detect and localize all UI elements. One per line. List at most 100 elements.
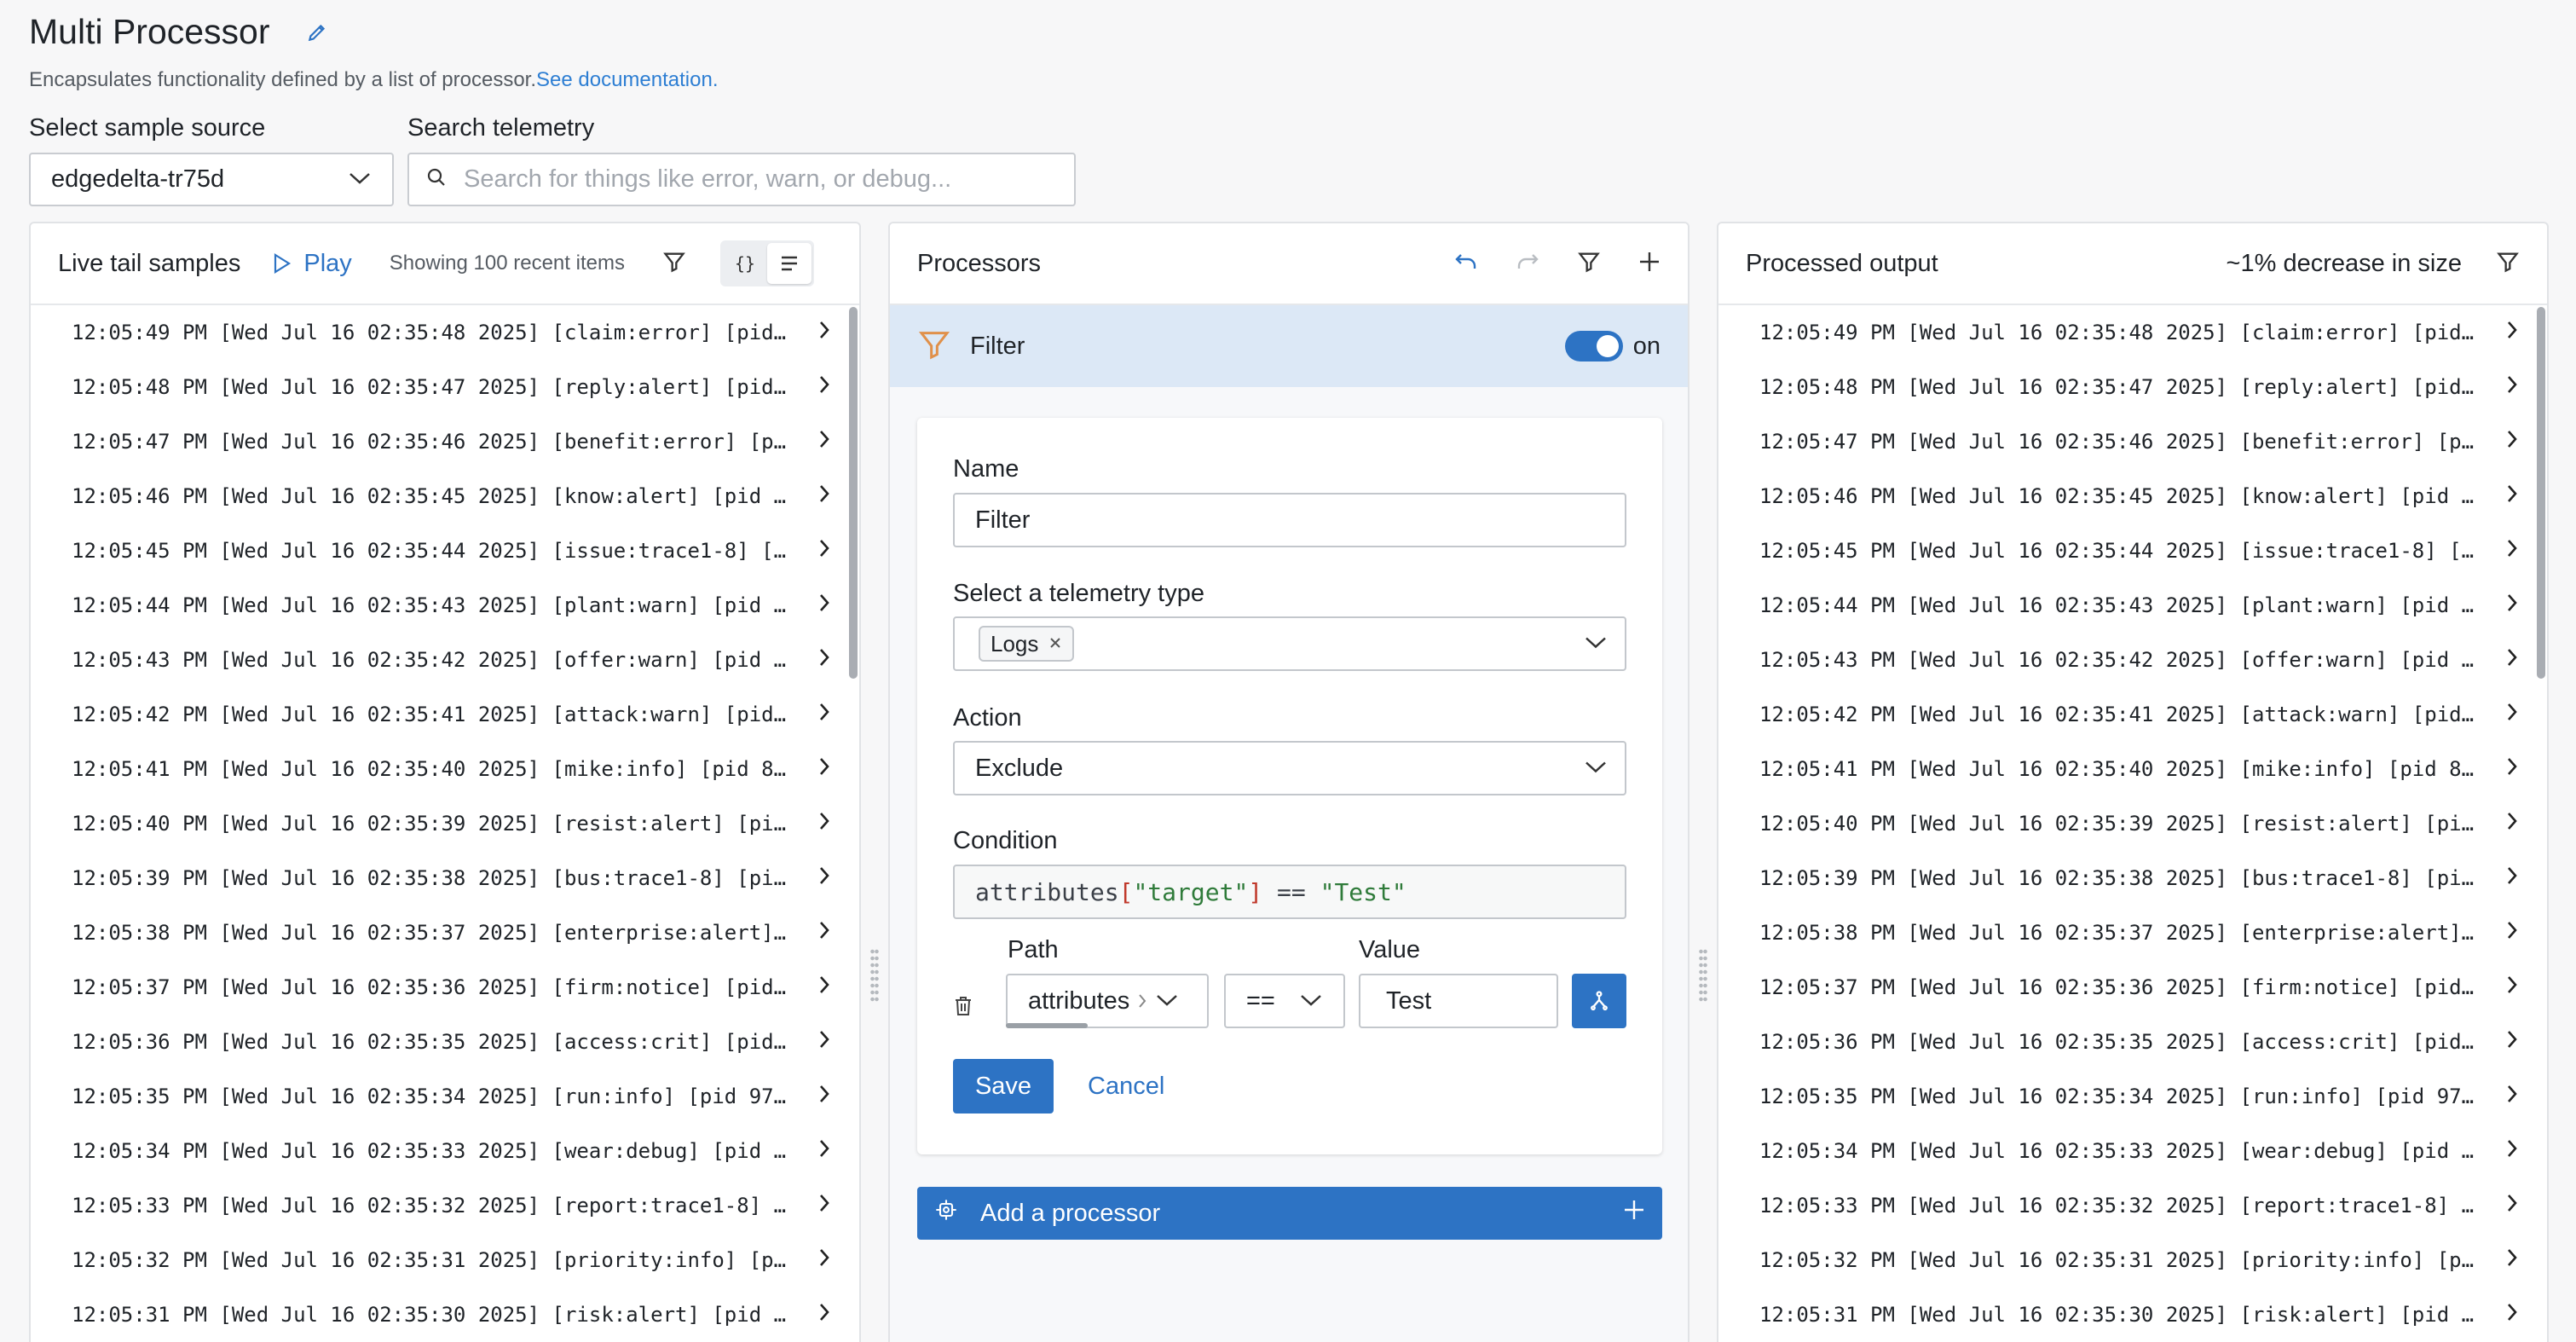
path-scrollbar[interactable] [1006, 1023, 1088, 1028]
resize-handle-right[interactable] [1699, 948, 1707, 1003]
log-text: 12:05:45 PM [Wed Jul 16 02:35:44 2025] [… [72, 539, 787, 563]
log-row[interactable]: 12:05:43 PM [Wed Jul 16 02:35:42 2025] [… [31, 633, 859, 687]
gear-icon [934, 1198, 958, 1229]
live-tail-header: Live tail samples Play Showing 100 recen… [31, 223, 859, 305]
log-row[interactable]: 12:05:33 PM [Wed Jul 16 02:35:32 2025] [… [1718, 1178, 2547, 1233]
log-row[interactable]: 12:05:41 PM [Wed Jul 16 02:35:40 2025] [… [31, 742, 859, 796]
search-input[interactable] [464, 165, 1043, 194]
log-row[interactable]: 12:05:47 PM [Wed Jul 16 02:35:46 2025] [… [31, 414, 859, 469]
log-row[interactable]: 12:05:46 PM [Wed Jul 16 02:35:45 2025] [… [1718, 469, 2547, 523]
log-row[interactable]: 12:05:37 PM [Wed Jul 16 02:35:36 2025] [… [1718, 960, 2547, 1015]
condition-field[interactable]: attributes["target"] == "Test" [953, 865, 1626, 919]
log-text: 12:05:39 PM [Wed Jul 16 02:35:38 2025] [… [72, 866, 787, 890]
processed-output-scrollbar[interactable] [2537, 307, 2545, 679]
telemetry-chip: Logs [979, 626, 1075, 662]
path-select[interactable]: attributes [1006, 974, 1209, 1028]
filter-processor-row[interactable]: Filter on [890, 305, 1688, 387]
chevron-right-icon [818, 647, 830, 673]
search-telemetry-box[interactable] [407, 153, 1076, 206]
log-row[interactable]: 12:05:42 PM [Wed Jul 16 02:35:41 2025] [… [1718, 687, 2547, 742]
play-label: Play [303, 249, 352, 277]
log-row[interactable]: 12:05:31 PM [Wed Jul 16 02:35:30 2025] [… [31, 1287, 859, 1342]
log-row[interactable]: 12:05:32 PM [Wed Jul 16 02:35:31 2025] [… [1718, 1233, 2547, 1287]
plus-icon[interactable] [1638, 251, 1661, 277]
log-row[interactable]: 12:05:34 PM [Wed Jul 16 02:35:33 2025] [… [1718, 1124, 2547, 1178]
log-row[interactable]: 12:05:45 PM [Wed Jul 16 02:35:44 2025] [… [1718, 523, 2547, 578]
log-text: 12:05:33 PM [Wed Jul 16 02:35:32 2025] [… [1759, 1194, 2475, 1218]
save-button[interactable]: Save [953, 1059, 1054, 1114]
filter-icon[interactable] [2496, 250, 2520, 278]
log-row[interactable]: 12:05:36 PM [Wed Jul 16 02:35:35 2025] [… [1718, 1015, 2547, 1069]
log-row[interactable]: 12:05:49 PM [Wed Jul 16 02:35:48 2025] [… [31, 305, 859, 360]
log-row[interactable]: 12:05:31 PM [Wed Jul 16 02:35:30 2025] [… [1718, 1287, 2547, 1342]
log-row[interactable]: 12:05:44 PM [Wed Jul 16 02:35:43 2025] [… [31, 578, 859, 633]
documentation-link[interactable]: See documentation. [536, 68, 718, 91]
operator-value: == [1246, 986, 1275, 1015]
chevron-right-icon [818, 1302, 830, 1328]
log-row[interactable]: 12:05:39 PM [Wed Jul 16 02:35:38 2025] [… [1718, 851, 2547, 905]
chevron-right-icon [818, 1138, 830, 1164]
log-row[interactable]: 12:05:34 PM [Wed Jul 16 02:35:33 2025] [… [31, 1124, 859, 1178]
chevron-right-icon [818, 593, 830, 618]
log-row[interactable]: 12:05:44 PM [Wed Jul 16 02:35:43 2025] [… [1718, 578, 2547, 633]
filter-icon[interactable] [1577, 250, 1601, 278]
log-row[interactable]: 12:05:45 PM [Wed Jul 16 02:35:44 2025] [… [31, 523, 859, 578]
redo-icon[interactable] [1516, 252, 1539, 276]
branch-icon [1591, 991, 1608, 1011]
chevron-right-icon [2506, 702, 2518, 727]
log-row[interactable]: 12:05:43 PM [Wed Jul 16 02:35:42 2025] [… [1718, 633, 2547, 687]
condition-label: Condition [953, 827, 1058, 854]
code-view-icon[interactable]: {} [723, 243, 767, 284]
log-row[interactable]: 12:05:35 PM [Wed Jul 16 02:35:34 2025] [… [1718, 1069, 2547, 1124]
log-row[interactable]: 12:05:32 PM [Wed Jul 16 02:35:31 2025] [… [31, 1233, 859, 1287]
chevron-right-icon [2506, 538, 2518, 564]
chevron-right-icon [2506, 756, 2518, 782]
log-row[interactable]: 12:05:33 PM [Wed Jul 16 02:35:32 2025] [… [31, 1178, 859, 1233]
filter-icon[interactable] [662, 250, 686, 278]
log-text: 12:05:34 PM [Wed Jul 16 02:35:33 2025] [… [1759, 1139, 2475, 1163]
action-select[interactable]: Exclude [953, 741, 1626, 795]
sample-source-select[interactable]: edgedelta-tr75d [29, 153, 394, 206]
log-row[interactable]: 12:05:41 PM [Wed Jul 16 02:35:40 2025] [… [1718, 742, 2547, 796]
chevron-right-icon [2506, 593, 2518, 618]
chevron-right-icon [2506, 920, 2518, 946]
telemetry-type-select[interactable]: Logs [953, 616, 1626, 671]
log-row[interactable]: 12:05:42 PM [Wed Jul 16 02:35:41 2025] [… [31, 687, 859, 742]
pencil-icon[interactable] [304, 20, 330, 45]
branch-button[interactable] [1572, 974, 1626, 1028]
name-field[interactable]: Filter [953, 493, 1626, 547]
log-row[interactable]: 12:05:37 PM [Wed Jul 16 02:35:36 2025] [… [31, 960, 859, 1015]
chevron-right-icon [2506, 811, 2518, 836]
log-text: 12:05:41 PM [Wed Jul 16 02:35:40 2025] [… [72, 757, 787, 781]
add-processor-button[interactable]: Add a processor [917, 1187, 1662, 1240]
cancel-button[interactable]: Cancel [1088, 1059, 1164, 1114]
log-row[interactable]: 12:05:48 PM [Wed Jul 16 02:35:47 2025] [… [31, 360, 859, 414]
log-row[interactable]: 12:05:47 PM [Wed Jul 16 02:35:46 2025] [… [1718, 414, 2547, 469]
value-input[interactable]: Test [1359, 974, 1558, 1028]
log-row[interactable]: 12:05:48 PM [Wed Jul 16 02:35:47 2025] [… [1718, 360, 2547, 414]
funnel-icon [917, 327, 951, 366]
operator-select[interactable]: == [1224, 974, 1345, 1028]
log-row[interactable]: 12:05:38 PM [Wed Jul 16 02:35:37 2025] [… [31, 905, 859, 960]
sample-source-value: edgedelta-tr75d [51, 165, 225, 193]
log-row[interactable]: 12:05:49 PM [Wed Jul 16 02:35:48 2025] [… [1718, 305, 2547, 360]
page-description: Encapsulates functionality defined by a … [29, 68, 719, 92]
close-icon[interactable] [1048, 632, 1062, 656]
trash-icon[interactable] [953, 995, 973, 1021]
list-view-icon[interactable] [766, 243, 811, 284]
chevron-down-icon [1584, 755, 1608, 783]
log-row[interactable]: 12:05:38 PM [Wed Jul 16 02:35:37 2025] [… [1718, 905, 2547, 960]
undo-icon[interactable] [1454, 252, 1478, 276]
log-row[interactable]: 12:05:40 PM [Wed Jul 16 02:35:39 2025] [… [31, 796, 859, 851]
log-row[interactable]: 12:05:46 PM [Wed Jul 16 02:35:45 2025] [… [31, 469, 859, 523]
play-button[interactable]: Play [273, 249, 352, 278]
action-label: Action [953, 704, 1022, 732]
log-row[interactable]: 12:05:39 PM [Wed Jul 16 02:35:38 2025] [… [31, 851, 859, 905]
enable-toggle[interactable] [1564, 331, 1623, 362]
log-row[interactable]: 12:05:40 PM [Wed Jul 16 02:35:39 2025] [… [1718, 796, 2547, 851]
log-row[interactable]: 12:05:35 PM [Wed Jul 16 02:35:34 2025] [… [31, 1069, 859, 1124]
log-text: 12:05:38 PM [Wed Jul 16 02:35:37 2025] [… [1759, 921, 2475, 945]
resize-handle-left[interactable] [870, 948, 879, 1003]
log-row[interactable]: 12:05:36 PM [Wed Jul 16 02:35:35 2025] [… [31, 1015, 859, 1069]
live-tail-scrollbar[interactable] [849, 307, 858, 679]
